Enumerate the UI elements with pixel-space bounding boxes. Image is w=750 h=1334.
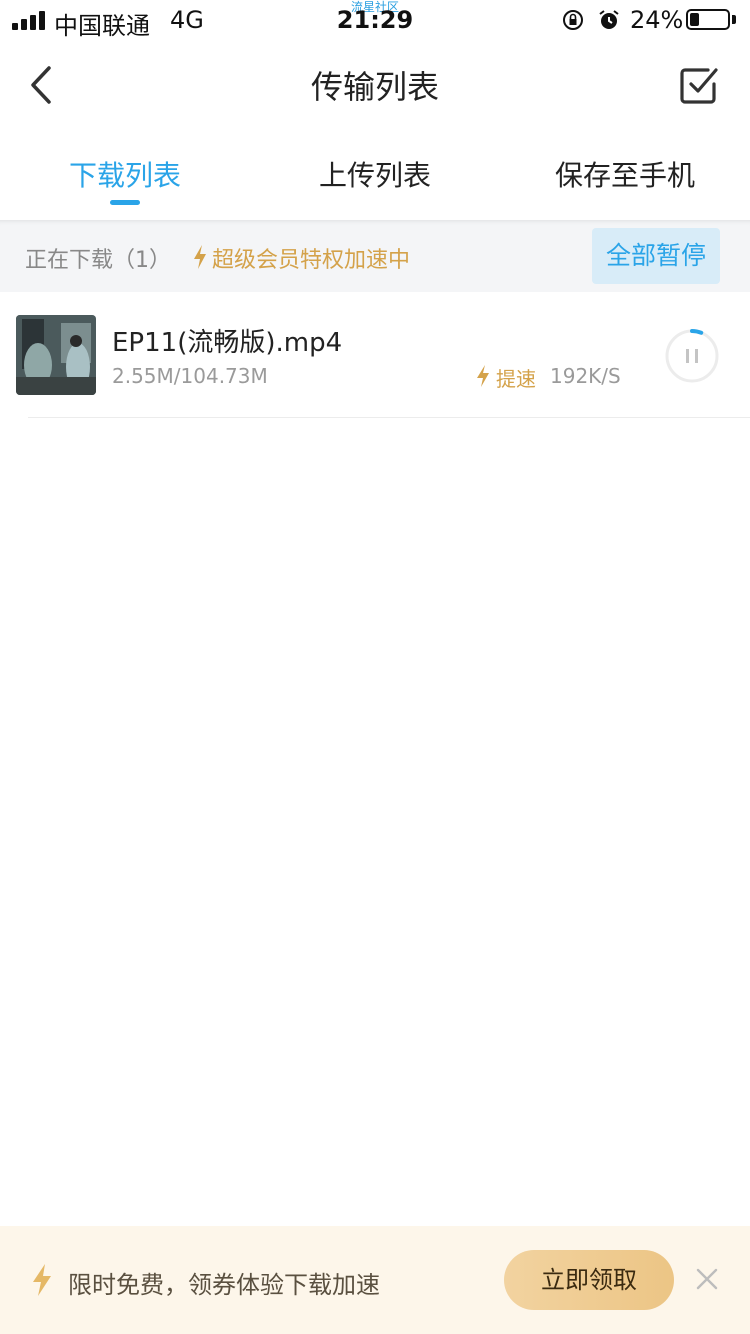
pause-all-button[interactable]: 全部暂停 [592, 228, 720, 284]
tab-save-to-phone[interactable]: 保存至手机 [500, 154, 750, 194]
progress-ring [690, 329, 704, 335]
close-icon[interactable] [694, 1266, 720, 1292]
pause-download-button[interactable] [664, 328, 720, 384]
speedup-lightning-icon [477, 365, 489, 387]
tab-download-list[interactable]: 下载列表 [0, 154, 250, 194]
rotation-lock-icon [563, 10, 583, 30]
item-divider [28, 417, 750, 418]
promo-lightning-icon [33, 1264, 51, 1296]
alarm-icon [599, 10, 619, 29]
status-bar: 中国联通 4G 流星社区 21:29 24% [0, 0, 750, 40]
active-tab-indicator [110, 200, 140, 205]
tab-upload-list[interactable]: 上传列表 [250, 154, 500, 194]
page-title: 传输列表 [310, 68, 439, 106]
speedup-label[interactable]: 提速 [496, 363, 536, 392]
vip-speedup-text: 超级会员特权加速中 [212, 248, 411, 273]
file-size-progress: 2.55M/104.73M [112, 364, 268, 388]
battery-tip [732, 15, 736, 24]
claim-now-button[interactable]: 立即领取 [504, 1250, 674, 1310]
checkbox-edit-icon[interactable] [678, 64, 722, 106]
battery-percent: 24% [630, 6, 684, 34]
download-speed: 192K/S [550, 364, 621, 388]
downloading-count: 正在下载（1） [25, 248, 171, 273]
promo-text: 限时免费，领券体验下载加速 [68, 1271, 380, 1299]
battery-icon [686, 9, 730, 30]
file-name[interactable]: EP11(流畅版).mp4 [112, 322, 342, 359]
video-thumbnail [16, 315, 96, 395]
lightning-icon [194, 245, 206, 269]
battery-level [690, 13, 699, 26]
pause-icon [686, 349, 689, 363]
